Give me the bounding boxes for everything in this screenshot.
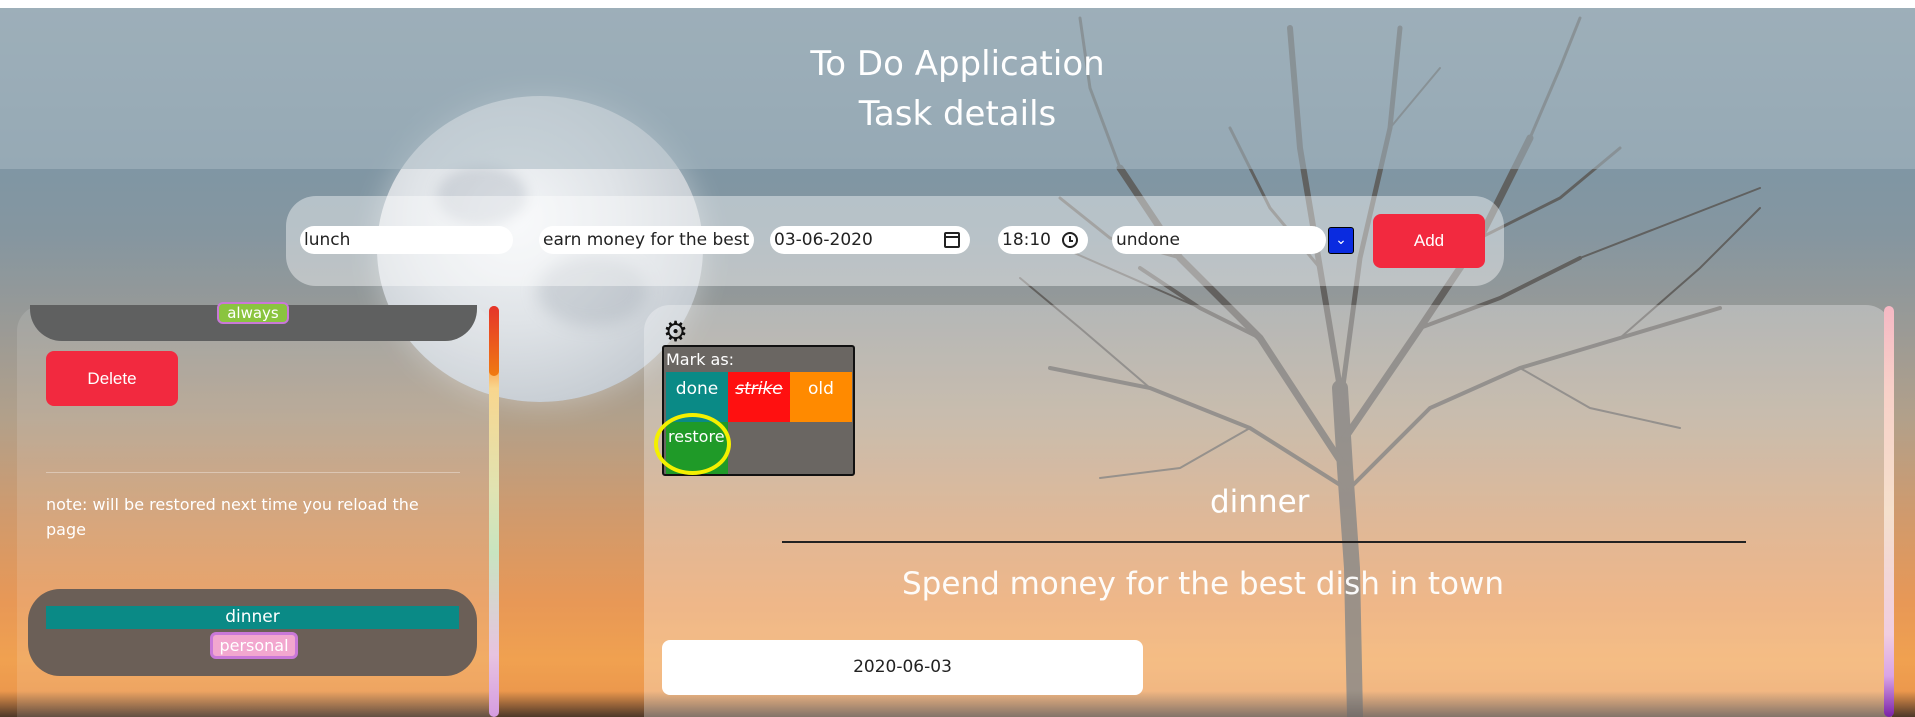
- task-date-input[interactable]: 03-06-2020: [770, 226, 970, 254]
- time-value: 18:10: [1002, 230, 1051, 250]
- task-title-input[interactable]: lunch: [300, 226, 513, 254]
- clock-icon[interactable]: [1062, 232, 1078, 248]
- right-scrollbar[interactable]: [1884, 306, 1894, 717]
- date-value: 03-06-2020: [774, 230, 873, 250]
- task-time-input[interactable]: 18:10: [998, 226, 1088, 254]
- app-header: To Do Application Task details: [0, 8, 1915, 169]
- page-subtitle: Task details: [858, 94, 1057, 134]
- task-card-title: dinner: [46, 606, 459, 629]
- tag-badge-always: always: [217, 302, 289, 324]
- tag-badge-personal: personal: [210, 632, 298, 659]
- chevron-down-icon[interactable]: ⌄: [1328, 227, 1354, 254]
- calendar-icon[interactable]: [944, 232, 960, 248]
- task-status-select[interactable]: undone: [1112, 226, 1326, 254]
- gear-icon[interactable]: ⚙: [663, 318, 691, 346]
- click-highlight-circle: [654, 413, 731, 475]
- menu-title: Mark as:: [666, 350, 735, 369]
- detail-divider: [782, 541, 1746, 543]
- add-button[interactable]: Add: [1373, 214, 1485, 268]
- detail-task-date: 2020-06-03: [662, 640, 1143, 695]
- app-title: To Do Application: [810, 44, 1105, 84]
- delete-button[interactable]: Delete: [46, 351, 178, 406]
- mark-old-option[interactable]: old: [790, 372, 852, 422]
- divider: [46, 472, 460, 473]
- mark-strike-option[interactable]: strike: [728, 372, 790, 422]
- detail-task-title: dinner: [1210, 484, 1310, 520]
- detail-task-description: Spend money for the best dish in town: [902, 566, 1504, 602]
- restore-note: note: will be restored next time you rel…: [46, 495, 419, 539]
- left-scrollbar[interactable]: [489, 306, 499, 717]
- task-description-input[interactable]: earn money for the best: [539, 226, 754, 254]
